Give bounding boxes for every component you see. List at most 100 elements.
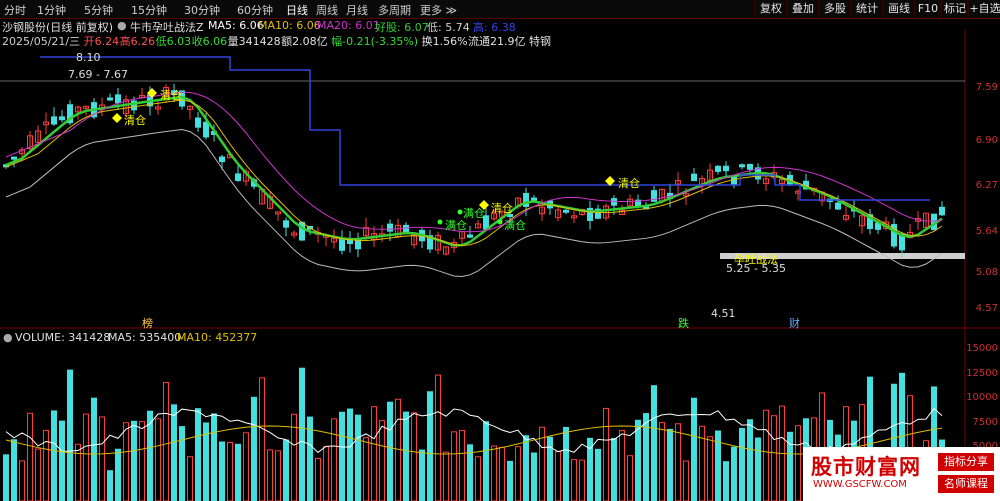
candle: [283, 220, 289, 228]
volume-bar: [675, 423, 681, 501]
price-tick: 5.64: [975, 226, 998, 237]
volume-bar: [683, 460, 689, 501]
volume-bar: [435, 374, 441, 501]
resistance-step-line: [40, 56, 930, 201]
volume-bar: [443, 451, 449, 501]
sell-signal-label: 清仓: [160, 89, 182, 102]
volume-bar: [667, 428, 673, 501]
buy-dot-icon: [497, 219, 503, 225]
candle: [835, 202, 841, 210]
price-tick: 6.90: [975, 135, 998, 146]
volume-bar: [603, 407, 609, 501]
kline-chart[interactable]: [0, 0, 1000, 501]
volume-bar: [123, 422, 129, 501]
candle: [403, 224, 409, 234]
volume-bar: [243, 432, 249, 501]
volume-bar: [195, 408, 201, 501]
candle: [747, 163, 753, 170]
volume-bar: [171, 404, 177, 501]
volume-bar: [595, 448, 601, 501]
volume-bar: [91, 397, 97, 501]
candle: [563, 209, 569, 213]
volume-bar: [651, 385, 657, 501]
volume-value: VOLUME: 341428: [15, 331, 111, 344]
trend-line: [5, 95, 943, 247]
volume-bar: [555, 451, 561, 501]
volume-bar: [731, 446, 737, 501]
volume-bar: [451, 431, 457, 501]
volume-bar: [611, 437, 617, 501]
volume-bar: [19, 460, 25, 501]
volume-bar: [523, 435, 529, 501]
volume-bar: [379, 420, 385, 501]
sell-signal-label: 清仓: [491, 202, 513, 215]
price-tick: 7.59: [975, 82, 998, 93]
candle: [611, 198, 617, 206]
volume-bar: [771, 415, 777, 501]
high-price-label: 8.10: [76, 51, 101, 64]
volume-bar: [227, 441, 233, 501]
volume-bar: [627, 455, 633, 501]
volume-bar: [427, 391, 433, 501]
volume-ma10-line: [5, 425, 943, 455]
volume-bar: [763, 409, 769, 501]
volume-bar: [139, 421, 145, 501]
watermark: 股市财富网 WWW.GSCFW.COM 指标分享 名师课程: [803, 447, 1000, 501]
volume-bar: [571, 459, 577, 501]
candle: [467, 234, 473, 238]
candle: [715, 165, 721, 172]
sell-signal-label: 清仓: [124, 114, 146, 127]
volume-bar: [419, 449, 425, 501]
volume-bar: [179, 426, 185, 501]
volume-bar: [107, 470, 113, 501]
volume-bar: [707, 436, 713, 501]
event-marker[interactable]: 榜: [142, 315, 153, 331]
volume-bar: [403, 411, 409, 501]
volume-bar: [155, 418, 161, 501]
volume-bar: [395, 398, 401, 501]
buy-signal-label: 满仓: [504, 219, 526, 232]
volume-bar: [355, 414, 361, 501]
volume-bar: [499, 446, 505, 501]
volume-bar: [115, 448, 121, 501]
volume-tick: 15000: [966, 343, 998, 354]
candle: [387, 223, 393, 232]
volume-bar: [739, 427, 745, 501]
low-price-label: 4.51: [711, 307, 736, 320]
volume-bar: [283, 439, 289, 501]
volume-bar: [331, 418, 337, 501]
watermark-url: WWW.GSCFW.COM: [813, 479, 907, 490]
buy-dot-icon: [457, 209, 463, 215]
event-marker[interactable]: 财: [789, 315, 800, 331]
volume-bar: [659, 422, 665, 501]
volume-bar: [491, 445, 497, 501]
volume-bar: [723, 461, 729, 501]
candle: [939, 206, 945, 216]
volume-bar: [187, 456, 193, 501]
volume-bar: [563, 426, 569, 501]
event-marker[interactable]: 跌: [678, 315, 689, 331]
volume-bar: [579, 459, 585, 501]
volume-bar: [163, 382, 169, 501]
volume-bar: [67, 369, 73, 501]
volume-toggle-icon[interactable]: ●: [3, 331, 13, 344]
watermark-tag: 指标分享: [938, 453, 994, 471]
volume-bar: [755, 437, 761, 501]
candle: [11, 156, 17, 160]
volume-bar: [795, 425, 801, 501]
candle: [235, 173, 241, 181]
candle: [115, 94, 121, 104]
candle: [51, 116, 57, 125]
volume-bar: [347, 408, 353, 501]
volume-bar: [99, 416, 105, 501]
buy-signal-label: 满仓: [463, 207, 485, 220]
volume-bar: [267, 449, 273, 501]
volume-ma10: MA10: 452377: [177, 331, 258, 344]
low-range-label: 5.25 - 5.35: [726, 262, 786, 275]
volume-tick: 7500: [972, 417, 998, 428]
sell-diamond-icon: [112, 113, 122, 123]
volume-bar: [411, 412, 417, 501]
volume-bar: [315, 457, 321, 501]
volume-bar: [3, 454, 9, 501]
volume-bar: [299, 367, 305, 501]
